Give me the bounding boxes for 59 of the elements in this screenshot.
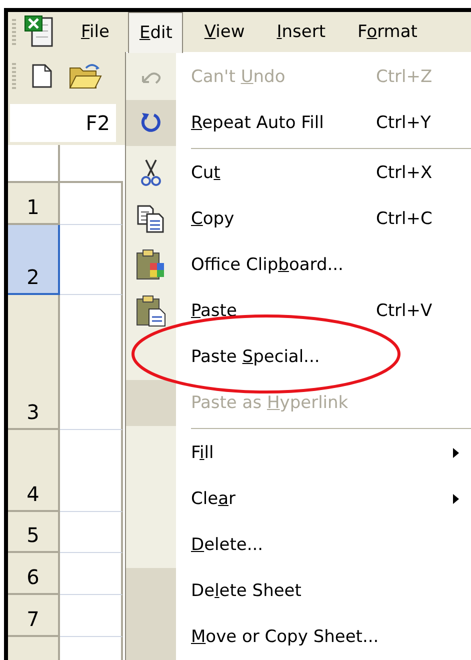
menu-bar-item[interactable]: View — [193, 12, 256, 52]
spreadsheet-app-icon[interactable] — [24, 15, 56, 49]
shortcut-label: Ctrl+Z — [376, 66, 432, 86]
menu-item[interactable]: Paste Ctrl+V — [126, 288, 471, 334]
clipboard-icon — [136, 249, 166, 281]
shortcut-label: Ctrl+C — [376, 209, 432, 229]
name-box[interactable]: F2 — [10, 104, 116, 142]
cell[interactable] — [60, 595, 123, 637]
menu-item-label: Paste as Hyperlink — [191, 393, 350, 413]
cell[interactable] — [60, 553, 123, 595]
menu-item[interactable]: Repeat Auto Fill Ctrl+Y — [126, 100, 471, 146]
cell[interactable] — [60, 512, 123, 553]
menu-item[interactable]: Clear — [126, 476, 471, 522]
new-document-icon[interactable] — [32, 64, 52, 88]
menu-item[interactable]: Copy Ctrl+C — [126, 196, 471, 242]
menu-item-label: Clear — [191, 489, 236, 509]
menu-item-label: Paste — [191, 301, 238, 321]
cell[interactable] — [60, 225, 123, 295]
menu-item-label: Delete... — [191, 535, 264, 555]
submenu-arrow-icon — [453, 448, 459, 458]
row-header[interactable]: 5 — [8, 512, 60, 553]
menu-item[interactable]: Paste Special... — [126, 334, 471, 380]
menu-item[interactable]: Delete Sheet — [126, 568, 471, 614]
menu-bar-item[interactable]: Insert — [266, 12, 337, 52]
row-header[interactable]: 2 — [8, 225, 60, 295]
menu-item-label: Cut — [191, 163, 222, 183]
menu-item-label: Delete Sheet — [191, 581, 302, 601]
row-header[interactable]: 7 — [8, 595, 60, 637]
menu-item[interactable]: Cut Ctrl+X — [126, 150, 471, 196]
menu-item-label: Repeat Auto Fill — [191, 113, 325, 133]
cell[interactable] — [60, 183, 123, 225]
menu-item-label: Fill — [191, 443, 215, 463]
scissors-icon — [141, 159, 161, 187]
row-header[interactable]: 4 — [8, 430, 60, 512]
menu-bar-item[interactable]: File — [70, 12, 120, 52]
row-header[interactable]: 3 — [8, 295, 60, 430]
menu-bar-item[interactable]: Format — [346, 12, 428, 52]
paste-icon — [136, 295, 166, 327]
submenu-arrow-icon — [453, 494, 459, 504]
menu-item[interactable]: Office Clipboard... — [126, 242, 471, 288]
menu-item-label: Office Clipboard... — [191, 255, 344, 275]
shortcut-label: Ctrl+Y — [376, 113, 431, 133]
redo-icon — [140, 111, 162, 135]
menu-item-label: Copy — [191, 209, 236, 229]
row-header[interactable]: 6 — [8, 553, 60, 595]
cell[interactable] — [60, 295, 123, 430]
row-header[interactable]: 1 — [8, 183, 60, 225]
menu-item[interactable]: Fill — [126, 430, 471, 476]
menu-item-label: Can't Undo — [191, 66, 286, 86]
menu-item[interactable]: Delete... — [126, 522, 471, 568]
menu-item-label: Move or Copy Sheet... — [191, 627, 376, 647]
shortcut-label: Ctrl+X — [376, 163, 432, 183]
menu-item[interactable]: Move or Copy Sheet... — [126, 614, 471, 660]
cell[interactable] — [60, 430, 123, 512]
shortcut-label: Ctrl+V — [376, 301, 432, 321]
menu-bar-item[interactable]: Edit — [128, 12, 184, 53]
menu-item-label: Paste Special... — [191, 347, 321, 367]
copy-icon — [137, 205, 165, 233]
folder-icon[interactable] — [68, 62, 102, 90]
